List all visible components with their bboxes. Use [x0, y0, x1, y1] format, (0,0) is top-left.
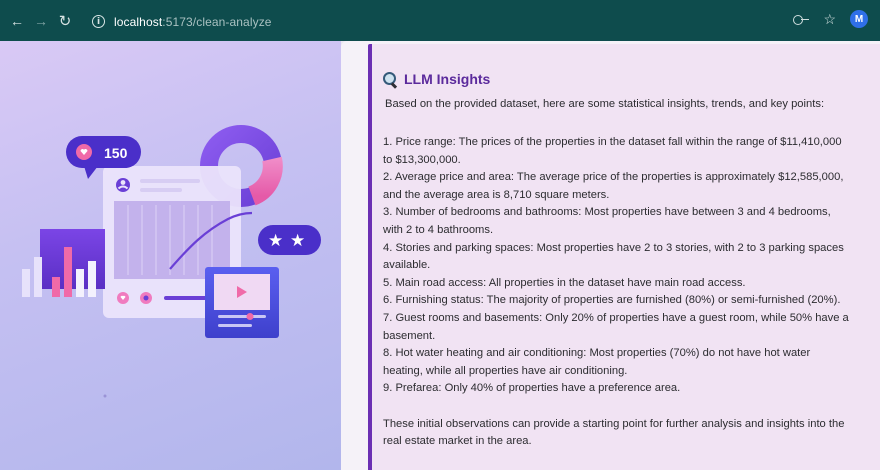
content-panel: LLM Insights Based on the provided datas…: [341, 41, 880, 470]
browser-toolbar: ← → ↻ i localhost:5173/clean-analyze ☆ M: [0, 0, 880, 41]
address-bar[interactable]: i localhost:5173/clean-analyze: [92, 10, 852, 33]
insights-list: 1. Price range: The prices of the proper…: [383, 134, 880, 398]
insight-item: 2. Average price and area: The average p…: [383, 171, 844, 201]
svg-text:★: ★: [290, 231, 305, 251]
bookmark-star-icon[interactable]: ☆: [823, 12, 836, 26]
back-arrow-icon[interactable]: ←: [6, 10, 28, 32]
insights-conclusion: These initial observations can provide a…: [383, 417, 845, 448]
card-header: LLM Insights: [383, 69, 880, 89]
url-text[interactable]: localhost:5173/clean-analyze: [114, 15, 272, 29]
reload-icon[interactable]: ↻: [54, 10, 76, 32]
rating-badge-graphic: ★ ★: [258, 225, 321, 255]
svg-text:★: ★: [268, 231, 283, 251]
insight-item: 5. Main road access: All properties in t…: [383, 276, 746, 289]
llm-insights-card: LLM Insights Based on the provided datas…: [368, 44, 880, 470]
analytics-illustration: 150 ★ ★: [22, 125, 321, 398]
insight-item: 8. Hot water heating and air conditionin…: [383, 347, 811, 377]
insight-item: 4. Stories and parking spaces: Most prop…: [383, 241, 844, 272]
forward-arrow-icon[interactable]: →: [30, 10, 52, 32]
hero-illustration: 150 ★ ★: [0, 41, 341, 470]
video-card-graphic: [205, 267, 279, 338]
insight-item: 9. Prefarea: Only 40% of properties have…: [383, 382, 681, 395]
profile-avatar[interactable]: M: [850, 10, 868, 28]
magnifier-icon: [383, 71, 398, 87]
insight-item: 3. Number of bedrooms and bathrooms: Mos…: [383, 206, 831, 236]
insight-item: 7. Guest rooms and basements: Only 20% o…: [383, 311, 849, 342]
insight-item: 6. Furnishing status: The majority of pr…: [383, 294, 841, 307]
like-count: 150: [104, 145, 128, 161]
bar-chart-graphic: [22, 229, 105, 297]
insight-item: 1. Price range: The prices of the proper…: [383, 136, 842, 166]
url-host: localhost: [114, 14, 163, 29]
site-info-icon[interactable]: i: [92, 15, 105, 28]
url-path: :5173/clean-analyze: [162, 14, 272, 29]
card-title: LLM Insights: [404, 71, 491, 87]
password-key-icon[interactable]: [793, 13, 810, 25]
insights-intro: Based on the provided dataset, here are …: [385, 98, 825, 110]
